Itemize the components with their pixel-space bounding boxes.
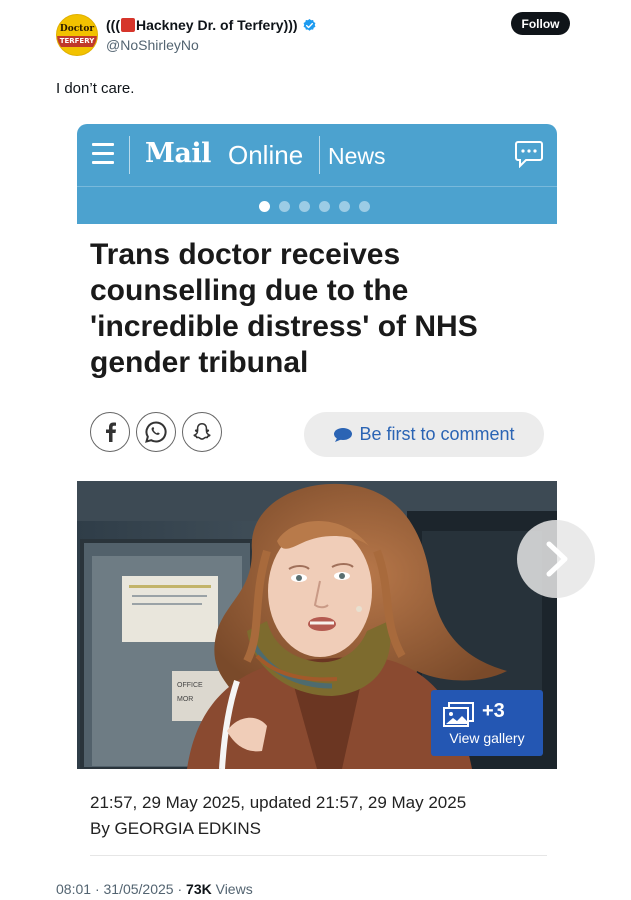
follow-button[interactable]: Follow bbox=[511, 12, 570, 35]
carousel-dot bbox=[339, 201, 350, 212]
views-label: Views bbox=[215, 881, 253, 897]
logo-mail: Mail bbox=[145, 138, 211, 169]
header-divider bbox=[129, 136, 130, 174]
carousel-dots-bar bbox=[77, 186, 557, 224]
article-headline: Trans doctor receives counselling due to… bbox=[90, 238, 478, 379]
carousel-dot bbox=[319, 201, 330, 212]
header-divider bbox=[319, 136, 320, 174]
next-photo-button bbox=[517, 520, 595, 598]
gallery-icon bbox=[443, 702, 474, 727]
embedded-article-image[interactable]: Mail Online News Trans doctor receives c… bbox=[77, 124, 595, 860]
carousel-dot bbox=[259, 201, 270, 212]
article-byline: By GEORGIA EDKINS bbox=[90, 819, 261, 838]
comment-button: Be first to comment bbox=[304, 412, 544, 457]
facebook-icon bbox=[106, 422, 116, 442]
article-timestamp: 21:57, 29 May 2025, updated 21:57, 29 Ma… bbox=[90, 793, 467, 812]
verified-badge-icon bbox=[303, 18, 316, 31]
divider bbox=[90, 855, 547, 856]
tweet-meta: 08:01 · 31/05/2025 · 73K Views bbox=[56, 881, 253, 897]
carousel-dots bbox=[259, 201, 370, 212]
display-name-main: Hackney Dr. of Terfery))) bbox=[136, 17, 298, 33]
meta-separator: · bbox=[177, 881, 187, 897]
tweet-time[interactable]: 08:01 bbox=[56, 881, 91, 897]
carousel-dot bbox=[279, 201, 290, 212]
share-buttons bbox=[90, 412, 222, 452]
whatsapp-share-button bbox=[136, 412, 176, 452]
comment-icon bbox=[515, 141, 543, 168]
view-gallery-button: +3 View gallery bbox=[431, 690, 543, 756]
carousel-dot bbox=[359, 201, 370, 212]
avatar-text-top: Doctor bbox=[59, 23, 95, 34]
snapchat-icon bbox=[193, 422, 211, 440]
red-square-emoji-icon bbox=[121, 18, 135, 32]
logo-online: Online bbox=[228, 140, 304, 170]
gallery-count: +3 bbox=[482, 700, 505, 722]
display-name-prefix: ((( bbox=[106, 17, 120, 33]
hamburger-icon bbox=[92, 143, 114, 167]
chevron-right-icon bbox=[546, 541, 568, 577]
avatar[interactable]: Doctor TERFERY bbox=[56, 14, 98, 56]
views-count: 73K bbox=[186, 881, 212, 897]
facebook-share-button bbox=[90, 412, 130, 452]
user-handle[interactable]: @NoShirleyNo bbox=[106, 37, 199, 53]
tweet-date[interactable]: 31/05/2025 bbox=[104, 881, 174, 897]
section-label: News bbox=[328, 143, 386, 169]
avatar-text-bottom: TERFERY bbox=[57, 35, 97, 47]
whatsapp-icon bbox=[145, 421, 167, 443]
tweet-header: Doctor TERFERY ((( Hackney Dr. of Terfer… bbox=[56, 12, 571, 58]
carousel-dot bbox=[299, 201, 310, 212]
notice-text-mor: MOR bbox=[177, 696, 193, 703]
display-name[interactable]: ((( Hackney Dr. of Terfery))) bbox=[106, 17, 317, 33]
comment-cta-label: Be first to comment bbox=[359, 424, 515, 444]
site-header-bar: Mail Online News bbox=[77, 124, 557, 186]
notice-text-office: OFFICE bbox=[177, 682, 203, 689]
tweet-text: I don’t care. bbox=[56, 80, 135, 97]
speech-bubble-icon bbox=[334, 427, 353, 442]
gallery-label: View gallery bbox=[449, 730, 525, 746]
snapchat-share-button bbox=[182, 412, 222, 452]
meta-separator: · bbox=[94, 881, 104, 897]
